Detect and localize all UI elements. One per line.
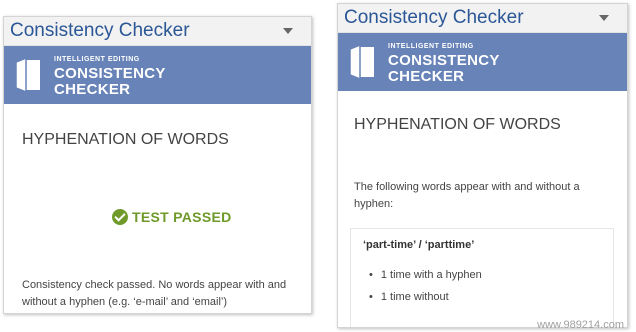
list-item: • 1 time with a hyphen: [369, 269, 482, 281]
pane-titlebar: Consistency Checker: [4, 17, 311, 46]
result-message: Consistency check passed. No words appea…: [22, 277, 311, 311]
occurrence-text: 1 time without: [380, 291, 449, 303]
word-pair-title: ‘part-time’ / ‘parttime’: [363, 239, 475, 251]
pane-titlebar: Consistency Checker: [338, 4, 627, 33]
document-logo-icon: [349, 43, 374, 81]
pane-title: Consistency Checker: [344, 7, 524, 28]
occurrence-text: 1 time with a hyphen: [380, 269, 482, 281]
check-circle-icon: [112, 208, 128, 225]
brand-name-line2: CHECKER: [54, 81, 131, 98]
brand-tagline: INTELLIGENT EDITING: [54, 56, 140, 63]
chevron-down-icon[interactable]: [283, 28, 293, 34]
brand-banner: INTELLIGENT EDITING CONSISTENCY CHECKER: [338, 33, 627, 91]
brand-banner: INTELLIGENT EDITING CONSISTENCY CHECKER: [4, 46, 311, 104]
document-logo-icon: [15, 56, 40, 94]
watermark: www.989214.com: [537, 319, 624, 331]
brand-tagline: INTELLIGENT EDITING: [388, 43, 474, 50]
intro-text: The following words appear with and with…: [354, 179, 624, 213]
message-line: without a hyphen (e.g. ‘e-mail’ and ‘ema…: [22, 296, 228, 308]
intro-line: hyphen:: [354, 198, 394, 210]
task-pane-passed: Consistency Checker INTELLIGENT EDITING …: [3, 16, 312, 314]
result-label: TEST PASSED: [132, 208, 232, 225]
brand-name-line2: CHECKER: [388, 68, 465, 85]
result-status: TEST PASSED: [112, 208, 232, 228]
section-heading: HYPHENATION OF WORDS: [22, 131, 229, 148]
brand-name-line1: CONSISTENCY: [388, 52, 500, 69]
bullet-icon: •: [369, 269, 373, 281]
task-pane-results: Consistency Checker INTELLIGENT EDITING …: [337, 3, 628, 328]
brand-name-line1: CONSISTENCY: [54, 65, 166, 82]
message-line: Consistency check passed. No words appea…: [22, 279, 287, 291]
word-pair-card: ‘part-time’ / ‘parttime’ • 1 time with a …: [350, 228, 614, 327]
bullet-icon: •: [369, 291, 373, 303]
pane-title: Consistency Checker: [10, 20, 190, 41]
chevron-down-icon[interactable]: [599, 15, 609, 21]
section-heading: HYPHENATION OF WORDS: [354, 116, 561, 133]
list-item: • 1 time without: [369, 291, 449, 303]
intro-line: The following words appear with and with…: [354, 181, 580, 193]
